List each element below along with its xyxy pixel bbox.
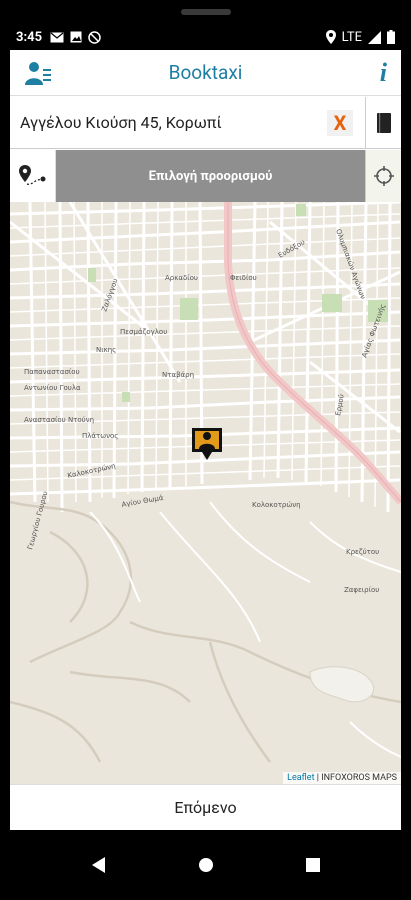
tile-provider: INFOXOROS MAPS — [321, 773, 397, 783]
leaflet-link[interactable]: Leaflet — [287, 773, 314, 783]
map-view[interactable]: Φειδίου Ευδόξου Ολυμπιακών Αγώνων Αρκαδί… — [10, 202, 401, 784]
photo-icon — [70, 31, 82, 43]
locate-me-button[interactable] — [365, 150, 401, 202]
next-button[interactable]: Επόμενο — [10, 784, 401, 830]
street-label-1: Φειδίου — [230, 274, 257, 282]
street-label-11: Πλάτωνος — [82, 432, 118, 440]
app-bar: Booktaxi i — [10, 50, 401, 96]
street-label-9: Αντωνίου Γουλα — [24, 384, 81, 392]
street-label-10: Αναστασίου Ντούνη — [24, 416, 94, 424]
location-icon — [325, 30, 336, 44]
app-screen: Booktaxi i Αγγέλου Κιούση 45, Κορωπί X Ε… — [10, 50, 401, 830]
mail-icon — [50, 32, 64, 42]
street-labels: Φειδίου Ευδόξου Ολυμπιακών Αγώνων Αρκαδί… — [24, 228, 387, 594]
street-label-16: Κολοκοτρώνη — [252, 501, 301, 509]
street-label-15: Αγίου Θωμά — [121, 494, 164, 509]
map-tiles[interactable]: Φειδίου Ευδόξου Ολυμπιακών Αγώνων Αρκαδί… — [10, 202, 401, 784]
battery-icon — [387, 30, 395, 44]
data-saver-icon — [88, 30, 101, 44]
speaker-notch — [181, 9, 231, 15]
status-bar: 3:45 LTE — [0, 24, 411, 50]
route-pin-icon — [18, 165, 45, 185]
signal-icon — [368, 30, 381, 44]
map-attribution: Leaflet | INFOXOROS MAPS — [283, 772, 401, 784]
phone-frame: 3:45 LTE Booktaxi i Αγγέλου Κιούση 45, Κ… — [0, 0, 411, 900]
paved-roads — [89, 501, 401, 758]
street-label-6: Πεσμάζογλου — [120, 328, 167, 336]
pickup-address-field[interactable]: Αγγέλου Κιούση 45, Κορωπί — [10, 113, 327, 132]
user-list-icon[interactable] — [24, 60, 52, 86]
street-label-8: Παπαναστασίου — [24, 368, 80, 376]
crosshair-icon — [373, 166, 394, 186]
address-book-button[interactable] — [365, 96, 401, 149]
pickup-address-bar: Αγγέλου Κιούση 45, Κορωπί X — [10, 96, 401, 149]
recents-icon[interactable] — [305, 858, 320, 872]
quarry-area — [309, 666, 375, 703]
route-pin-button[interactable] — [10, 150, 56, 202]
street-label-7: Νικης — [96, 346, 116, 354]
street-label-4: Αρκαδίου — [165, 274, 198, 282]
rural-roads — [10, 500, 401, 763]
street-label-18: Κρεζύτου — [346, 548, 379, 556]
street-label-19: Ζαφειρίου — [344, 586, 379, 594]
android-nav-bar — [0, 830, 411, 900]
address-book-icon — [376, 112, 391, 133]
info-icon[interactable]: i — [380, 58, 387, 88]
home-icon[interactable] — [198, 857, 214, 873]
network-type: LTE — [341, 29, 362, 45]
app-title: Booktaxi — [168, 61, 243, 84]
back-icon[interactable] — [91, 857, 106, 873]
clear-address-button[interactable]: X — [327, 109, 353, 136]
pickup-marker[interactable] — [192, 428, 222, 460]
select-destination-button[interactable]: Επιλογή προορισμού — [56, 150, 365, 202]
destination-bar: Επιλογή προορισμού — [10, 150, 401, 202]
street-label-14: Γεωργίου Γουρου — [26, 490, 49, 550]
street-label-12: Νταβάρη — [162, 371, 194, 379]
status-time: 3:45 — [16, 29, 43, 45]
